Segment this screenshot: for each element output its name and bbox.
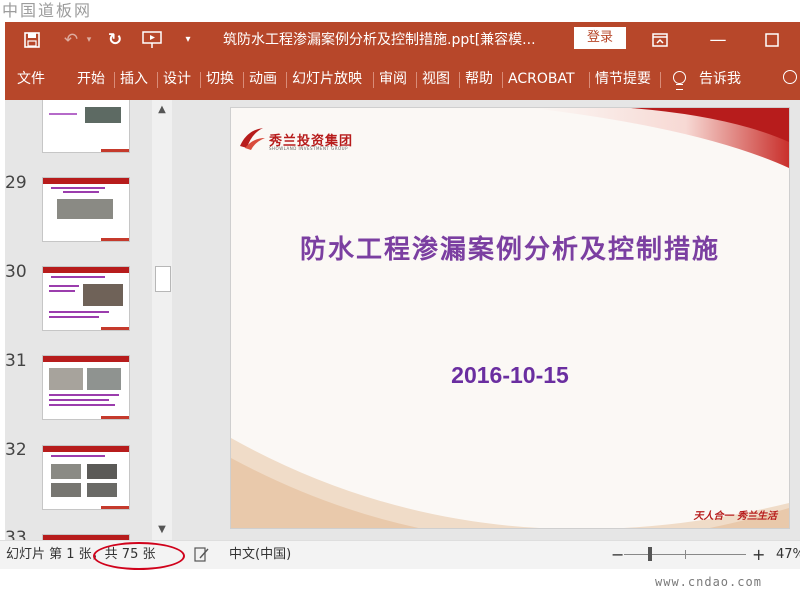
zoom-out-button[interactable]: − <box>611 541 624 569</box>
slide-background-art <box>231 108 789 528</box>
lightbulb-icon <box>673 71 686 90</box>
status-bar: 幻灯片 第 1 张，共 75 张 中文(中国) − + 47% <box>0 540 800 570</box>
tab-separator <box>416 72 417 88</box>
document-title: 筑防水工程渗漏案例分析及控制措施.ppt[兼容模... <box>223 32 536 48</box>
tab-separator <box>589 72 590 88</box>
zoom-in-button[interactable]: + <box>752 541 765 569</box>
tab-help[interactable]: 帮助 <box>465 58 493 100</box>
save-icon[interactable] <box>19 22 45 58</box>
slide-thumbnail[interactable] <box>42 355 130 420</box>
tab-home[interactable]: 开始 <box>77 58 105 100</box>
slide-thumbnail[interactable] <box>42 177 130 242</box>
spell-check-icon[interactable] <box>194 547 210 566</box>
tab-separator <box>157 72 158 88</box>
login-button[interactable]: 登录 <box>574 27 626 49</box>
restore-icon[interactable] <box>759 22 785 58</box>
tab-insert[interactable]: 插入 <box>120 58 148 100</box>
undo-icon[interactable]: ↶ <box>59 22 83 58</box>
zoom-level[interactable]: 47% <box>776 541 800 569</box>
customize-qat-icon[interactable]: ▾ <box>181 22 195 58</box>
undo-dropdown-icon[interactable]: ▾ <box>83 22 95 58</box>
annotation-ellipse <box>93 542 185 570</box>
tab-file[interactable]: 文件 <box>17 58 45 100</box>
slide-thumbnail[interactable] <box>42 266 130 331</box>
scroll-down-arrow-icon[interactable]: ▼ <box>152 520 172 540</box>
current-slide[interactable]: 秀兰投资集团 SHOWLAND INVESTMENT GROUP 防水工程渗漏案… <box>230 107 790 529</box>
tab-acrobat[interactable]: ACROBAT <box>508 58 575 100</box>
tab-separator <box>114 72 115 88</box>
slide-number: 33 <box>5 528 27 540</box>
watermark-bottom: www.cndao.com <box>655 575 762 589</box>
tab-animations[interactable]: 动画 <box>249 58 277 100</box>
title-bar: ↶ ▾ ↻ ▾ 筑防水工程渗漏案例分析及控制措施.ppt[兼容模... 登录 — <box>5 22 800 58</box>
ribbon-display-icon[interactable] <box>647 22 673 58</box>
tab-design[interactable]: 设计 <box>163 58 191 100</box>
zoom-slider-thumb[interactable] <box>648 547 652 561</box>
search-icon[interactable] <box>783 70 797 84</box>
tab-slide-show[interactable]: 幻灯片放映 <box>292 58 362 100</box>
tab-view[interactable]: 视图 <box>422 58 450 100</box>
minimize-icon[interactable]: — <box>705 22 731 58</box>
slide-number: 29 <box>5 173 27 193</box>
tab-storyboarding[interactable]: 情节提要 <box>595 58 651 100</box>
language-indicator[interactable]: 中文(中国) <box>229 541 291 569</box>
slide-number: 32 <box>5 440 27 460</box>
slide-footer-slogan: 天人合一 秀兰生活 <box>693 511 777 522</box>
slide-thumbnail[interactable] <box>42 445 130 510</box>
slide-date[interactable]: 2016-10-15 <box>231 362 789 389</box>
watermark-top: 中国道板网 <box>2 1 93 20</box>
scroll-up-arrow-icon[interactable]: ▲ <box>152 100 172 120</box>
company-logo-mark <box>240 128 265 150</box>
tab-separator <box>286 72 287 88</box>
slide-title[interactable]: 防水工程渗漏案例分析及控制措施 <box>231 229 789 266</box>
tab-separator <box>459 72 460 88</box>
slide-thumbnail-pane: 29 30 31 32 33 <box>5 100 175 540</box>
slide-number: 31 <box>5 351 27 371</box>
present-from-start-icon[interactable] <box>139 22 165 58</box>
redo-icon[interactable]: ↻ <box>103 22 127 58</box>
tab-separator <box>200 72 201 88</box>
slide-thumbnail[interactable] <box>42 100 130 153</box>
tell-me-box[interactable]: 告诉我 <box>699 58 741 100</box>
tab-review[interactable]: 审阅 <box>379 58 407 100</box>
tab-transitions[interactable]: 切换 <box>206 58 234 100</box>
scrollbar-thumb[interactable] <box>155 266 171 292</box>
tab-separator <box>502 72 503 88</box>
tab-separator <box>373 72 374 88</box>
thumbnail-scrollbar[interactable]: ▲ ▼ <box>152 100 172 540</box>
ribbon-tabs: 文件 开始 插入 设计 切换 动画 幻灯片放映 审阅 视图 帮助 ACROBAT… <box>5 58 800 100</box>
slide-number: 30 <box>5 262 27 282</box>
zoom-center-tick <box>685 550 686 559</box>
company-logo-subtitle: SHOWLAND INVESTMENT GROUP <box>269 146 349 151</box>
tab-separator <box>243 72 244 88</box>
tab-separator <box>660 72 661 88</box>
